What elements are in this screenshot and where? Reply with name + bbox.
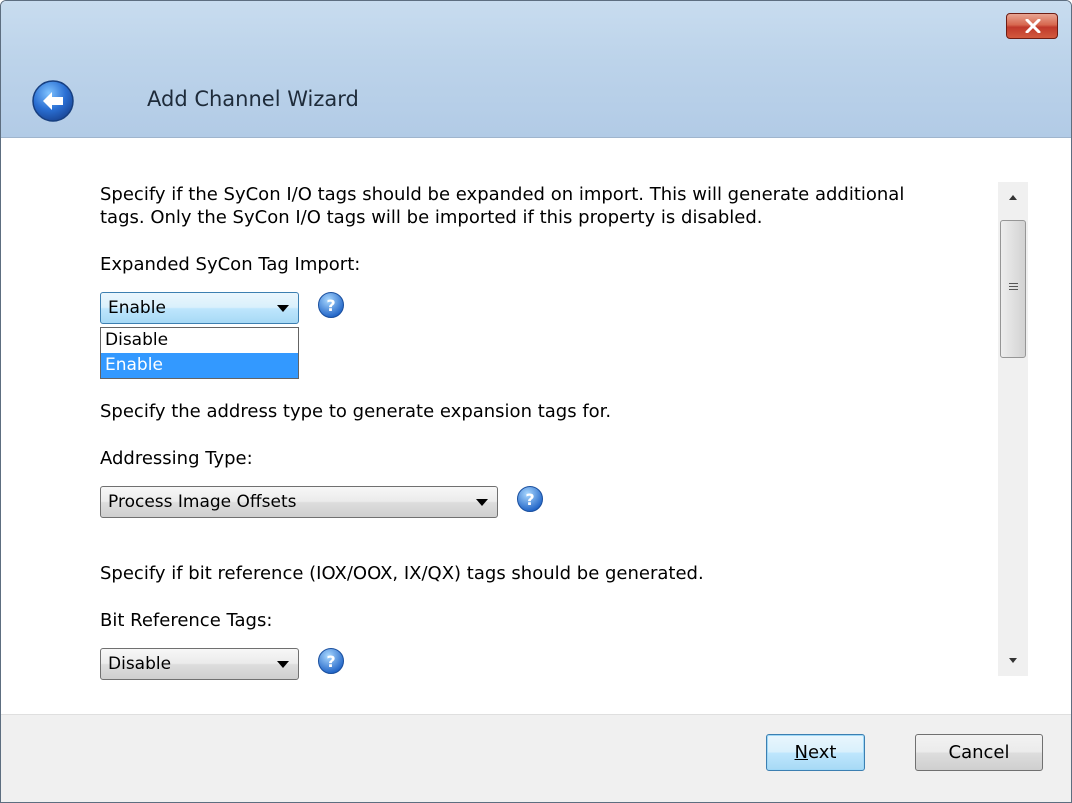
addressing-type-value: Process Image Offsets — [108, 492, 297, 512]
addressing-type-description: Specify the address type to generate exp… — [100, 401, 612, 422]
scroll-up-arrow-icon[interactable] — [998, 182, 1028, 212]
svg-text:?: ? — [326, 296, 335, 315]
wizard-content: Specify if the SyCon I/O tags should be … — [1, 138, 1071, 714]
scrollbar-thumb[interactable] — [1000, 220, 1026, 358]
bit-reference-select[interactable]: Disable — [100, 648, 299, 680]
window-title: Add Channel Wizard — [147, 87, 359, 111]
expanded-import-value: Enable — [108, 298, 166, 318]
expanded-import-description-line2: tags. Only the SyCon I/O tags will be im… — [100, 207, 763, 228]
next-button[interactable]: Next — [766, 734, 865, 771]
close-x-icon — [1025, 19, 1041, 33]
addressing-type-label: Addressing Type: — [100, 448, 253, 469]
back-arrow-icon — [32, 80, 74, 122]
wizard-window: Add Channel Wizard Specify if the SyCon … — [0, 0, 1072, 803]
help-question-icon[interactable]: ? — [516, 485, 544, 513]
dropdown-option-disable[interactable]: Disable — [101, 328, 298, 353]
help-question-icon[interactable]: ? — [317, 647, 345, 675]
cancel-button[interactable]: Cancel — [915, 734, 1043, 771]
bit-reference-value: Disable — [108, 654, 172, 674]
addressing-type-select[interactable]: Process Image Offsets — [100, 486, 498, 518]
chevron-down-icon — [277, 305, 289, 312]
next-label-rest: ext — [808, 742, 837, 763]
close-button[interactable] — [1006, 13, 1058, 39]
wizard-footer: Next Cancel — [1, 714, 1071, 802]
help-question-icon[interactable]: ? — [317, 291, 345, 319]
bit-reference-description: Specify if bit reference (IOX/OOX, IX/QX… — [100, 563, 704, 584]
expanded-import-dropdown-list: Disable Enable — [100, 327, 299, 379]
expanded-import-label: Expanded SyCon Tag Import: — [100, 254, 361, 275]
back-button[interactable] — [31, 79, 75, 123]
chevron-down-icon — [476, 499, 488, 506]
expanded-import-description-line1: Specify if the SyCon I/O tags should be … — [100, 184, 905, 205]
expanded-import-select[interactable]: Enable — [100, 292, 299, 324]
dropdown-option-enable[interactable]: Enable — [101, 353, 298, 378]
bit-reference-label: Bit Reference Tags: — [100, 610, 273, 631]
scroll-down-arrow-icon[interactable] — [998, 646, 1028, 676]
thumb-grip-line — [1009, 283, 1018, 284]
vertical-scrollbar[interactable] — [998, 182, 1028, 676]
chevron-down-icon — [277, 661, 289, 668]
svg-text:?: ? — [525, 490, 534, 509]
svg-text:?: ? — [326, 652, 335, 671]
next-mnemonic: N — [794, 742, 808, 763]
thumb-grip-line — [1009, 289, 1018, 290]
title-bar: Add Channel Wizard — [1, 1, 1071, 138]
thumb-grip-line — [1009, 286, 1018, 287]
